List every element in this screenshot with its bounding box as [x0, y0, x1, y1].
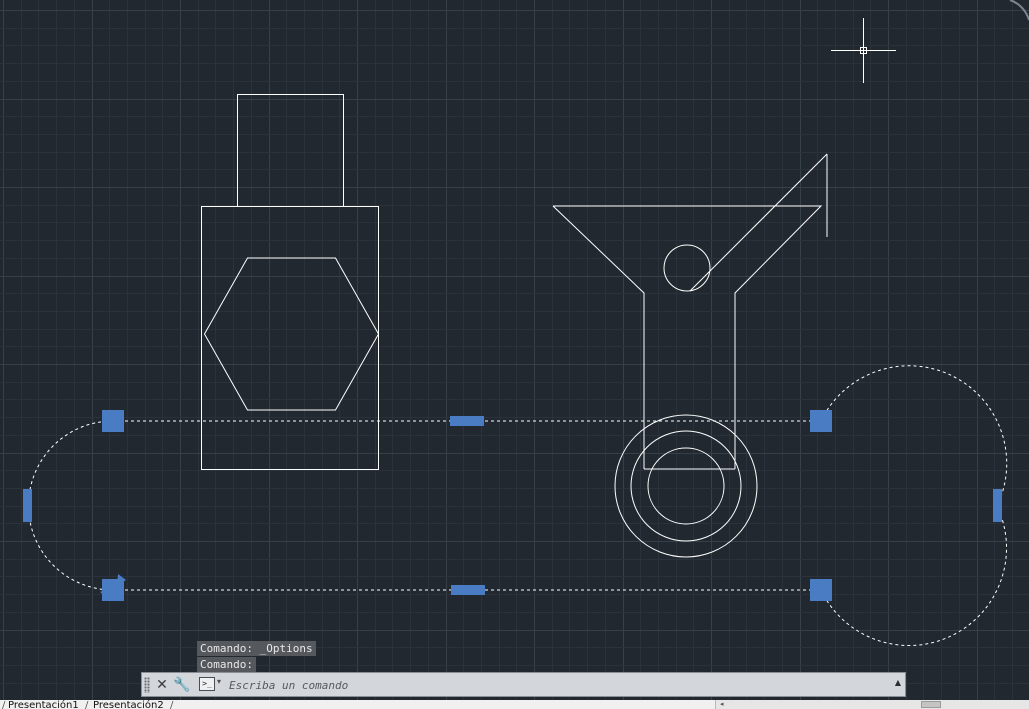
- inner-circle[interactable]: [647, 447, 725, 525]
- funnel-left-side[interactable]: [552, 205, 645, 469]
- grip-square[interactable]: [102, 410, 124, 432]
- nut-drawing[interactable]: [201, 94, 380, 470]
- selected-slot-polyline[interactable]: [28, 365, 1008, 646]
- grip-midpoint[interactable]: [450, 416, 484, 426]
- command-history-line: Comando: _Options: [197, 641, 316, 656]
- grip-arc-midpoint[interactable]: [23, 489, 32, 522]
- wrench-icon[interactable]: 🔧: [173, 676, 191, 694]
- nut-top-rectangle[interactable]: [237, 94, 344, 207]
- outer-circle[interactable]: [614, 414, 758, 558]
- tab-separator: /: [2, 700, 6, 709]
- horizontal-scrollbar[interactable]: ◂: [715, 700, 1029, 709]
- tab-separator: /: [170, 700, 174, 709]
- drag-handle[interactable]: [144, 677, 150, 693]
- scroll-left-icon[interactable]: ◂: [720, 701, 724, 708]
- close-icon[interactable]: ✕: [153, 676, 171, 694]
- grip-arc-midpoint[interactable]: [993, 489, 1002, 522]
- command-line[interactable]: ✕ 🔧 >_ ▾ ▲: [141, 672, 906, 697]
- chevron-up-icon[interactable]: ▲: [895, 678, 901, 687]
- command-prompt-icon[interactable]: >_: [199, 677, 215, 691]
- grip-square[interactable]: [810, 579, 832, 601]
- scrollbar-thumb[interactable]: [921, 701, 941, 708]
- tab-presentacion2[interactable]: Presentación2: [93, 700, 164, 709]
- chevron-down-icon[interactable]: ▾: [217, 677, 221, 686]
- drawing-area[interactable]: [0, 0, 1029, 700]
- grips[interactable]: [23, 410, 1002, 601]
- command-history-line: Comando:: [197, 657, 256, 672]
- model-space[interactable]: [0, 0, 1029, 700]
- command-input[interactable]: [229, 676, 869, 694]
- funnel-small-circle[interactable]: [663, 244, 711, 292]
- nut-body-rectangle[interactable]: [201, 206, 379, 470]
- grip-midpoint[interactable]: [451, 585, 485, 595]
- crosshair-cursor: [831, 18, 896, 83]
- funnel-drawing[interactable]: [552, 153, 828, 558]
- tab-separator: /: [85, 700, 89, 709]
- background-grid: [0, 0, 1029, 700]
- tab-presentacion1[interactable]: Presentación1: [8, 700, 79, 709]
- grip-square[interactable]: [810, 410, 832, 432]
- hexagon[interactable]: [203, 257, 380, 411]
